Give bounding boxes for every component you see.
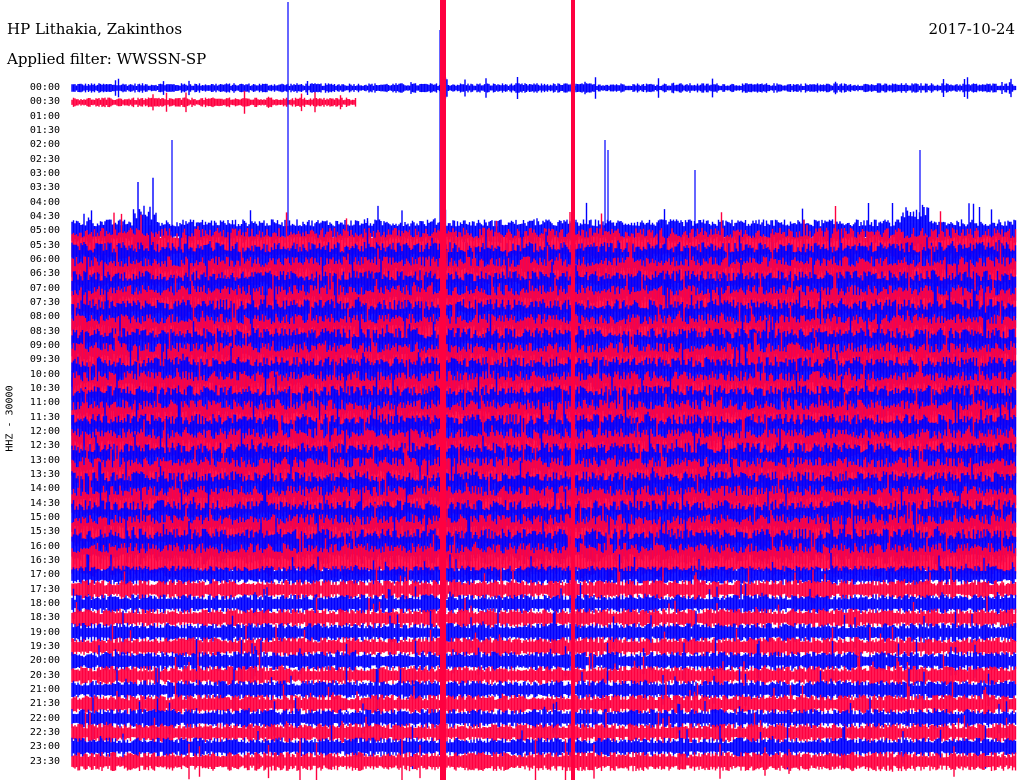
event-band [440, 0, 446, 780]
helicorder-plot [71, 0, 1017, 780]
trace-line [71, 77, 1017, 99]
event-band [571, 0, 575, 780]
trace-line [71, 90, 357, 114]
